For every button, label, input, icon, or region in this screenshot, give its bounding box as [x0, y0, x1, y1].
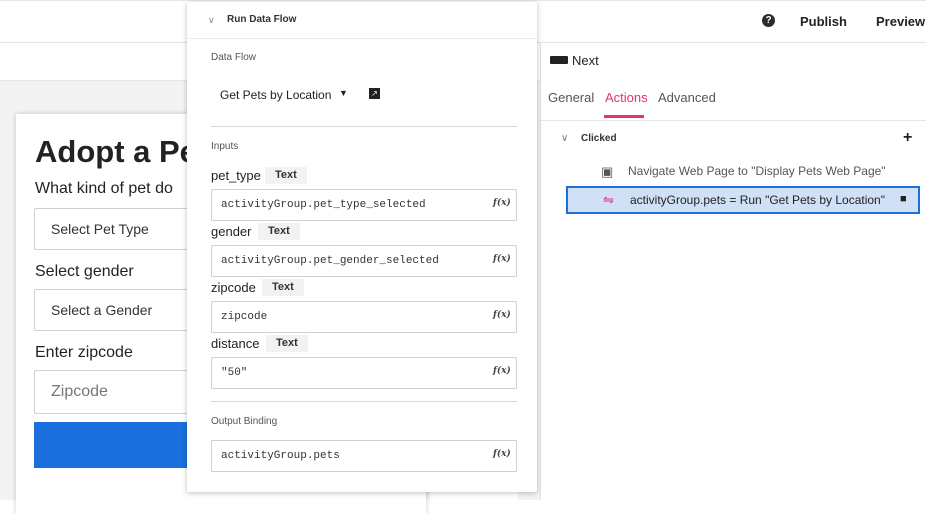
action-run-dataflow-row[interactable]: ⇋ activityGroup.pets = Run "Get Pets by …	[566, 186, 920, 214]
caret-down-icon[interactable]: ▼	[339, 88, 348, 98]
input-type-badge: Text	[265, 167, 307, 184]
input-field-distance[interactable]: "50" f(x)	[211, 357, 517, 389]
input-field-zipcode[interactable]: zipcode f(x)	[211, 301, 517, 333]
formula-icon[interactable]: f(x)	[493, 366, 511, 376]
help-icon[interactable]: ?	[762, 14, 775, 27]
add-action-icon[interactable]: +	[903, 129, 912, 147]
inputs-section-label: Inputs	[211, 141, 239, 152]
gender-label: Select gender	[35, 263, 134, 280]
zipcode-placeholder: Zipcode	[51, 383, 108, 400]
dataflow-select[interactable]: Get Pets by Location	[220, 88, 331, 102]
output-binding-field[interactable]: activityGroup.pets f(x)	[211, 440, 517, 472]
open-dataflow-icon[interactable]: ↗	[369, 88, 380, 99]
input-field-gender[interactable]: activityGroup.pet_gender_selected f(x)	[211, 245, 517, 277]
input-name-gender: gender	[211, 224, 252, 239]
gender-select-text: Select a Gender	[51, 302, 153, 318]
dataflow-icon: ⇋	[603, 192, 614, 207]
input-name-distance: distance	[211, 336, 260, 351]
popup-title: Run Data Flow	[227, 14, 297, 25]
formula-icon[interactable]: f(x)	[493, 198, 511, 208]
trash-icon[interactable]: ■	[900, 193, 907, 205]
input-type-badge: Text	[266, 335, 308, 352]
input-type-badge: Text	[262, 279, 304, 296]
input-type-badge: Text	[258, 223, 300, 240]
publish-button[interactable]: Publish	[800, 14, 847, 29]
output-value: activityGroup.pets	[221, 450, 340, 462]
action-navigate-row[interactable]: ▣ Navigate Web Page to "Display Pets Web…	[566, 158, 920, 186]
input-value: activityGroup.pet_gender_selected	[221, 255, 439, 267]
tab-actions[interactable]: Actions	[605, 90, 648, 105]
event-clicked-label: Clicked	[581, 133, 617, 144]
input-field-pet-type[interactable]: activityGroup.pet_type_selected f(x)	[211, 189, 517, 221]
component-name: Next	[572, 53, 599, 68]
dataflow-divider	[211, 126, 517, 127]
tab-advanced[interactable]: Advanced	[658, 90, 716, 105]
input-value: "50"	[221, 367, 248, 379]
toolbar-top-border	[0, 0, 926, 1]
formula-icon[interactable]: f(x)	[493, 449, 511, 459]
input-name-zipcode: zipcode	[211, 280, 256, 295]
panel-divider	[540, 42, 541, 500]
dataflow-section-label: Data Flow	[211, 52, 257, 63]
tabs-divider	[541, 120, 926, 121]
pet-type-select-text: Select Pet Type	[51, 221, 149, 237]
tab-general[interactable]: General	[548, 90, 594, 105]
popup-header-divider	[187, 38, 537, 39]
active-tab-indicator	[604, 115, 644, 118]
chevron-down-icon[interactable]: ∨	[561, 133, 568, 144]
button-component-icon	[550, 56, 568, 64]
inputs-divider	[211, 401, 517, 402]
input-name-pet-type: pet_type	[211, 168, 261, 183]
run-data-flow-popup: ∨ Run Data Flow Data Flow Get Pets by Lo…	[187, 2, 537, 492]
output-binding-label: Output Binding	[211, 416, 278, 427]
action-navigate-label: Navigate Web Page to "Display Pets Web P…	[628, 164, 886, 178]
collapse-chevron-icon[interactable]: ∨	[208, 15, 215, 26]
zipcode-label: Enter zipcode	[35, 344, 133, 361]
web-page-icon: ▣	[601, 164, 614, 179]
formula-icon[interactable]: f(x)	[493, 254, 511, 264]
input-value: activityGroup.pet_type_selected	[221, 199, 426, 211]
formula-icon[interactable]: f(x)	[493, 310, 511, 320]
input-value: zipcode	[221, 311, 268, 323]
pet-type-question: What kind of pet do	[35, 180, 173, 197]
action-run-dataflow-label: activityGroup.pets = Run "Get Pets by Lo…	[630, 193, 885, 207]
preview-button[interactable]: Preview	[876, 14, 925, 29]
form-title: Adopt a Pe	[35, 134, 197, 169]
